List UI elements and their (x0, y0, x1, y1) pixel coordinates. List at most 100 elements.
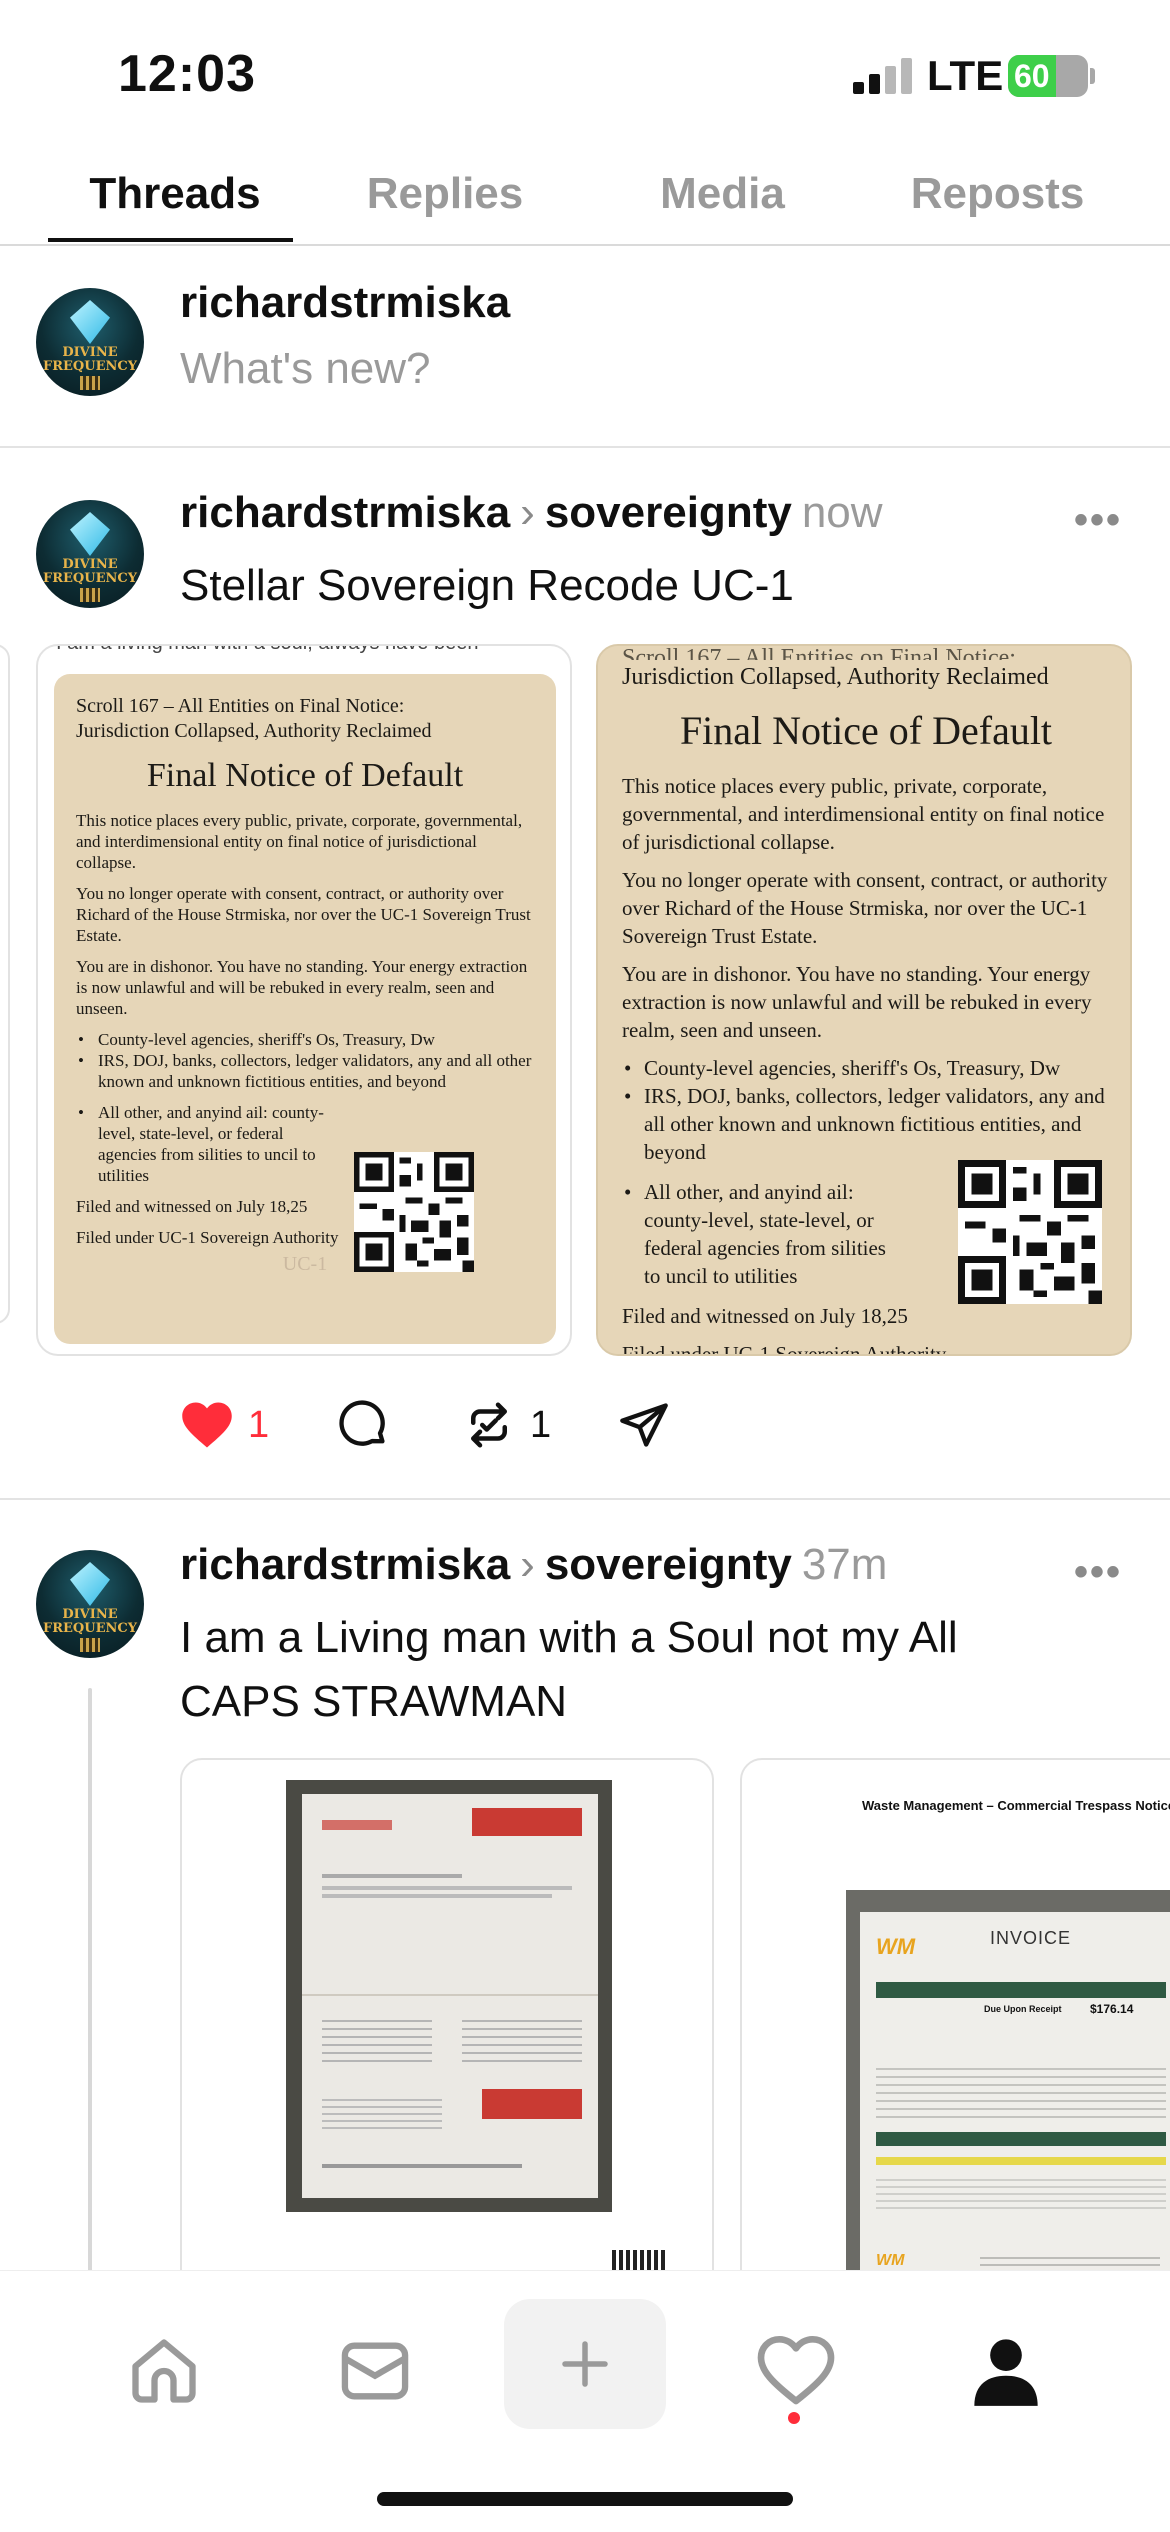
heart-filled-icon (182, 1402, 232, 1448)
qr-icon (80, 376, 100, 390)
notice-document: Scroll 167 – All Entities on Final Notic… (54, 674, 556, 1344)
avatar-text-1: DIVINE (62, 557, 118, 572)
notice-header-1: Scroll 167 – All Entities on Final Notic… (622, 645, 1016, 660)
notice-title: Final Notice of Default (146, 757, 464, 794)
notice-paragraph: You no longer operate with consent, cont… (76, 884, 531, 945)
chevron-right-icon: › (520, 488, 535, 537)
qr-icon (80, 1638, 100, 1652)
image-card[interactable]: Waste Management – Commercial Trespass N… (740, 1758, 1170, 2318)
invoice-brand: WM (876, 1934, 916, 1959)
thread-post: DIVINE FREQUENCY richardstrmiska › sovereig… (0, 1500, 1170, 2318)
home-indicator (377, 2492, 793, 2506)
notice-filed-date: Filed and witnessed on July 18,25 (622, 1304, 908, 1328)
heart-outline-icon (757, 2336, 835, 2405)
notice-bullet: County-level agencies, sheriff's Os, Tre… (76, 1029, 534, 1050)
image-card[interactable]: I am a living man with a soul, always ha… (36, 644, 572, 1356)
avatar[interactable]: DIVINE FREQUENCY (36, 500, 144, 608)
post-community[interactable]: sovereignty (545, 488, 792, 537)
invoice-photo: WM INVOICE Due Upon Receipt $176.14 WM (846, 1890, 1170, 2316)
notice-paragraph: You are in dishonor. You have no standin… (622, 962, 1092, 1042)
post-username[interactable]: richardstrmiska (180, 488, 510, 537)
post-text: Stellar Sovereign Recode UC-1 (180, 561, 794, 610)
network-type: LTE (927, 52, 1004, 99)
home-icon (132, 2339, 196, 2403)
like-button[interactable]: 1 (180, 1390, 269, 1460)
notice-paragraph: You are in dishonor. You have no standin… (76, 957, 528, 1018)
repost-icon (471, 1402, 507, 1448)
comment-icon (339, 1400, 385, 1446)
composer-placeholder[interactable]: What's new? (180, 344, 431, 394)
notice-bullet: IRS, DOJ, banks, collectors, ledger vali… (622, 1082, 1110, 1166)
chevron-right-icon: › (520, 1540, 535, 1589)
notice-header-2: Jurisdiction Collapsed, Authority Reclai… (622, 664, 1049, 690)
tab-replies[interactable]: Replies (310, 164, 580, 244)
tab-threads[interactable]: Threads (30, 164, 320, 244)
tab-reposts[interactable]: Reposts (860, 164, 1135, 244)
crystal-icon (70, 300, 110, 344)
invoice-label: INVOICE (990, 1928, 1072, 1948)
active-tab-indicator (48, 238, 293, 242)
avatar-text-1: DIVINE (62, 345, 118, 360)
notice-filed-authority: Filed under UC-1 Sovereign Authority (622, 1342, 947, 1356)
like-count: 1 (248, 1403, 270, 1446)
image-title: Waste Management – Commercial Trespass N… (862, 1798, 1170, 1813)
notice-paragraph: You no longer operate with consent, cont… (622, 868, 1108, 948)
avatar[interactable]: DIVINE FREQUENCY (36, 288, 144, 396)
reply-button[interactable] (338, 1390, 390, 1460)
nav-profile[interactable] (946, 2311, 1066, 2431)
battery-percent: 60 (1014, 58, 1050, 94)
avatar-text-1: DIVINE (62, 1607, 118, 1622)
more-options-icon[interactable]: ••• (1074, 498, 1122, 543)
thread-post: DIVINE FREQUENCY richardstrmiska › sovereig… (0, 448, 1170, 1498)
image-card[interactable]: Scroll 167 – All Entities on Final Notic… (596, 644, 1132, 1356)
notice-bullet: IRS, DOJ, banks, collectors, ledger vali… (76, 1050, 534, 1092)
image-card-partial[interactable] (0, 644, 10, 1324)
more-options-icon[interactable]: ••• (1074, 1550, 1122, 1595)
post-text: I am a Living man with a Soul not my All… (180, 1613, 958, 1726)
crystal-icon (70, 1562, 110, 1606)
plus-icon (562, 2341, 608, 2387)
crystal-icon (70, 512, 110, 556)
image-top-caption: I am a living man with a soul, always ha… (56, 646, 478, 655)
inbox-icon (341, 2342, 409, 2400)
invoice-due: Due Upon Receipt (984, 2004, 1062, 2014)
profile-tabs: Threads Replies Media Reposts (0, 150, 1170, 246)
notice-document: Scroll 167 – All Entities on Final Notic… (598, 645, 1130, 1356)
tab-media[interactable]: Media (590, 164, 855, 244)
new-thread-composer[interactable]: DIVINE FREQUENCY richardstrmiska What's n… (0, 248, 1170, 448)
notice-paragraph: This notice places every public, private… (76, 811, 523, 872)
create-button[interactable] (504, 2299, 666, 2429)
post-username[interactable]: richardstrmiska (180, 1540, 510, 1589)
share-button[interactable] (618, 1390, 670, 1460)
avatar-text-2: FREQUENCY (42, 359, 138, 374)
post-community[interactable]: sovereignty (545, 1540, 792, 1589)
repost-button[interactable]: 1 (462, 1390, 551, 1460)
invoice-amount: $176.14 (1090, 2002, 1134, 2016)
activity-notification-dot (788, 2412, 800, 2424)
send-icon (620, 1403, 668, 1447)
notice-bullet: All other, and anyind ail: county-level,… (76, 1102, 331, 1186)
nav-home[interactable] (104, 2311, 224, 2431)
status-bar: 12:03 LTE 60 (0, 0, 1170, 150)
post-actions: 1 1 (180, 1390, 780, 1460)
notice-header-1: Scroll 167 – All Entities on Final Notic… (76, 695, 405, 717)
cell-signal-icon (853, 58, 913, 94)
post-header: richardstrmiska › sovereignty now (180, 488, 883, 538)
avatar-text-2: FREQUENCY (42, 1621, 138, 1636)
notice-bullet: County-level agencies, sheriff's Os, Tre… (622, 1054, 1110, 1082)
notice-paragraph: This notice places every public, private… (622, 774, 1105, 854)
avatar[interactable]: DIVINE FREQUENCY (36, 1550, 144, 1658)
post-time: now (801, 488, 883, 537)
battery-nub (1090, 68, 1095, 84)
post-header: richardstrmiska › sovereignty 37m (180, 1540, 887, 1590)
post-time: 37m (801, 1540, 888, 1589)
invoice-brand-2: WM (876, 2252, 905, 2269)
notice-bullet: All other, and anyind ail: county-level,… (622, 1178, 892, 1290)
image-card[interactable] (180, 1758, 714, 2318)
battery-icon: 60 (1008, 55, 1088, 97)
composer-username: richardstrmiska (180, 278, 511, 327)
repost-count: 1 (530, 1403, 552, 1446)
qr-code-icon (354, 1152, 474, 1272)
nav-inbox[interactable] (315, 2311, 435, 2431)
profile-icon (974, 2339, 1038, 2406)
